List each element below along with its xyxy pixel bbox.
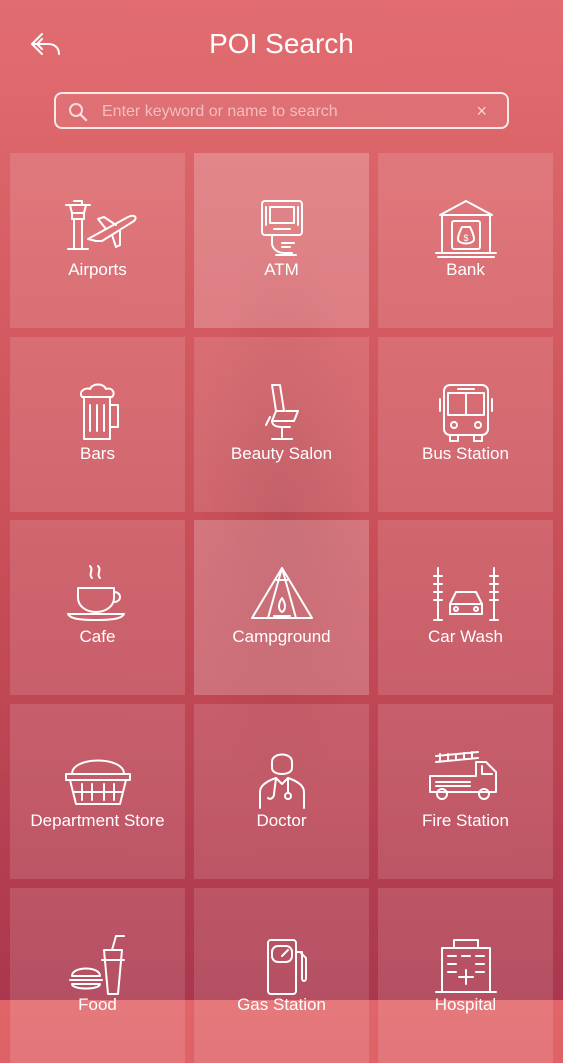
gas-pump-icon xyxy=(266,939,307,995)
car-wash-icon xyxy=(432,567,499,621)
fire-truck-icon xyxy=(428,751,497,800)
category-fire-station[interactable]: Fire Station xyxy=(378,704,553,879)
category-label: Bank xyxy=(446,260,485,279)
category-label: Doctor xyxy=(256,811,307,830)
salon-chair-icon xyxy=(264,384,299,440)
category-grid: Airports ATM $ Bank Bars Beauty Salon Bu… xyxy=(0,0,563,1063)
category-label: Car Wash xyxy=(428,627,503,646)
category-bank[interactable]: $ Bank xyxy=(378,153,553,328)
doctor-icon xyxy=(258,753,305,809)
category-food[interactable]: Food xyxy=(10,888,185,1063)
hospital-icon xyxy=(434,939,497,993)
category-label: Bus Station xyxy=(422,444,509,463)
basket-icon xyxy=(64,759,131,805)
category-label: Airports xyxy=(68,260,127,279)
category-label: Campground xyxy=(232,627,331,646)
category-airports[interactable]: Airports xyxy=(10,153,185,328)
category-campground[interactable]: Campground xyxy=(194,520,369,695)
category-car-wash[interactable]: Car Wash xyxy=(378,520,553,695)
food-icon xyxy=(68,935,125,995)
category-beauty-salon[interactable]: Beauty Salon xyxy=(194,337,369,512)
category-label: Gas Station xyxy=(237,995,326,1014)
category-label: Department Store xyxy=(30,811,165,830)
category-hospital[interactable]: Hospital xyxy=(378,888,553,1063)
category-label: Food xyxy=(78,995,117,1014)
category-department-store[interactable]: Department Store xyxy=(10,704,185,879)
category-label: Beauty Salon xyxy=(230,444,333,463)
coffee-cup-icon xyxy=(66,565,125,621)
airport-icon xyxy=(64,200,137,250)
category-label: Bars xyxy=(80,444,115,463)
category-label: ATM xyxy=(264,260,299,279)
svg-text:$: $ xyxy=(463,233,468,243)
category-doctor[interactable]: Doctor xyxy=(194,704,369,879)
category-label: Fire Station xyxy=(422,811,509,830)
category-atm[interactable]: ATM xyxy=(194,153,369,328)
beer-mug-icon xyxy=(79,383,119,440)
bank-icon: $ xyxy=(434,200,497,258)
category-bars[interactable]: Bars xyxy=(10,337,185,512)
category-gas-station[interactable]: Gas Station xyxy=(194,888,369,1063)
tent-icon xyxy=(250,567,313,619)
category-bus-station[interactable]: Bus Station xyxy=(378,337,553,512)
atm-icon xyxy=(260,200,303,256)
category-cafe[interactable]: Cafe xyxy=(10,520,185,695)
bus-icon xyxy=(438,384,493,442)
category-label: Hospital xyxy=(434,995,497,1014)
category-label: Cafe xyxy=(79,627,116,646)
